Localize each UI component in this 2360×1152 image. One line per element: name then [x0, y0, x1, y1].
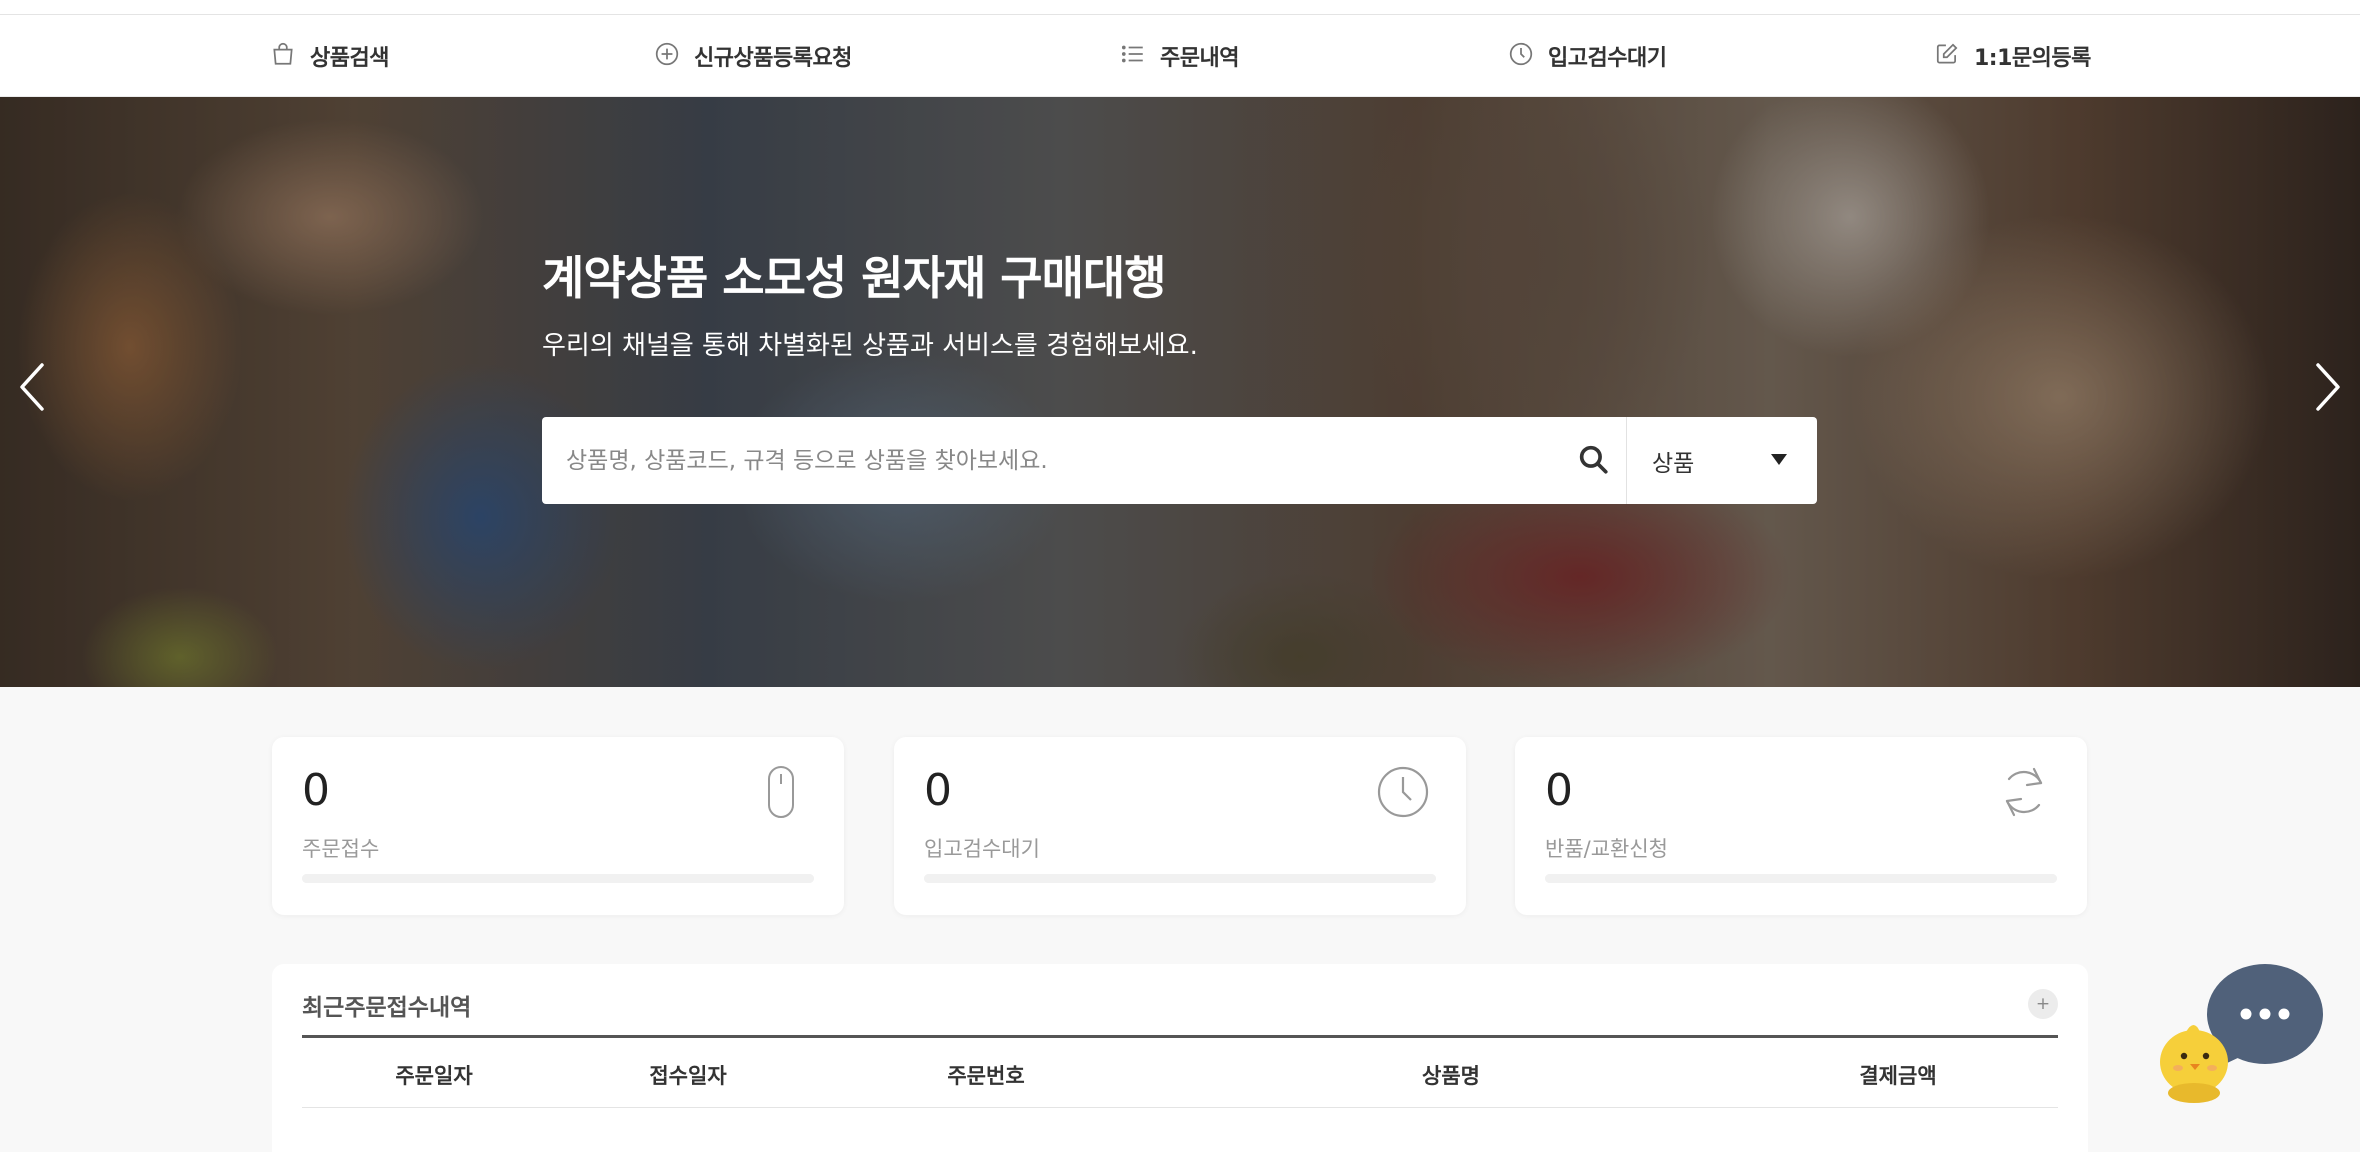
carousel-prev-button[interactable] [14, 357, 54, 417]
search-icon [1576, 442, 1610, 480]
column-header-divider [302, 1107, 2058, 1108]
stat-progress-track [302, 874, 814, 883]
hero-title: 계약상품 소모성 원자재 구매대행 [542, 251, 1167, 305]
chevron-left-icon [14, 363, 54, 421]
stat-value: 0 [1545, 765, 1573, 816]
stat-progress-fill [924, 874, 1436, 883]
product-search-bar: 상품 [542, 417, 1817, 504]
stat-progress-track [1545, 874, 2057, 883]
search-category-select[interactable]: 상품 [1627, 417, 1817, 504]
hero-banner: 계약상품 소모성 원자재 구매대행 우리의 채널을 통해 차별화된 상품과 서비… [0, 97, 2360, 687]
chatbot-mascot-icon [2160, 964, 2323, 1103]
clock-icon [1508, 41, 1534, 71]
recent-orders-title: 최근주문접수내역 [302, 995, 472, 1021]
column-header-order-number: 주문번호 [947, 1064, 1025, 1088]
hero-subtitle: 우리의 채널을 통해 차별화된 상품과 서비스를 경험해보세요. [542, 331, 1198, 361]
nav-item-product-search[interactable]: 상품검색 [270, 15, 389, 97]
caret-down-icon [1771, 454, 1787, 465]
nav-item-inspection-pending[interactable]: 입고검수대기 [1508, 15, 1667, 97]
nav-item-order-history[interactable]: 주문내역 [1120, 15, 1239, 97]
list-icon [1120, 41, 1146, 71]
top-border [0, 0, 2360, 15]
recent-orders-panel: 최근주문접수내역 + 주문일자 접수일자 주문번호 상품명 결제금액 [272, 964, 2088, 1152]
stat-label: 입고검수대기 [924, 837, 1040, 861]
clock-icon [1376, 765, 1430, 819]
stat-value: 0 [302, 765, 330, 816]
edit-icon [1934, 41, 1960, 71]
search-button[interactable] [1562, 417, 1624, 504]
hero-background-image [0, 97, 2360, 687]
stat-label: 반품/교환신청 [1545, 837, 1668, 861]
header-rule [302, 1035, 2058, 1038]
product-search-input[interactable] [566, 417, 1546, 504]
stat-label: 주문접수 [302, 837, 380, 861]
shopping-bag-icon [270, 41, 296, 71]
more-button[interactable]: + [2028, 989, 2058, 1019]
stat-progress-fill [1545, 874, 2057, 883]
nav-item-new-product-request[interactable]: 신규상품등록요청 [654, 15, 852, 97]
stat-value: 0 [924, 765, 952, 816]
nav-item-label: 주문내역 [1160, 46, 1239, 71]
column-header-product-name: 상품명 [1422, 1064, 1480, 1088]
search-category-value: 상품 [1652, 450, 1695, 477]
column-header-order-date: 주문일자 [395, 1064, 473, 1088]
nav-item-label: 입고검수대기 [1548, 46, 1667, 71]
mouse-icon [754, 765, 808, 819]
plus-circle-icon [654, 41, 680, 71]
column-header-payment-amount: 결제금액 [1859, 1064, 1937, 1088]
nav-item-label: 상품검색 [310, 46, 389, 71]
refresh-icon [1997, 765, 2051, 819]
nav-item-label: 1:1문의등록 [1974, 46, 2091, 71]
carousel-next-button[interactable] [2306, 357, 2346, 417]
stat-progress-fill [302, 874, 814, 883]
main-nav: 상품검색 신규상품등록요청 주문내역 입고검수대기 1:1문의등록 [0, 15, 2360, 97]
chevron-right-icon [2306, 363, 2346, 421]
nav-item-inquiry[interactable]: 1:1문의등록 [1934, 15, 2091, 97]
stat-card-order-received[interactable]: 0 주문접수 [272, 737, 844, 915]
stat-progress-track [924, 874, 1436, 883]
stat-card-inspection-pending[interactable]: 0 입고검수대기 [894, 737, 1466, 915]
column-header-received-date: 접수일자 [649, 1064, 727, 1088]
chatbot-button[interactable] [2150, 960, 2330, 1110]
nav-item-label: 신규상품등록요청 [694, 46, 852, 71]
stat-card-return-exchange[interactable]: 0 반품/교환신청 [1515, 737, 2087, 915]
